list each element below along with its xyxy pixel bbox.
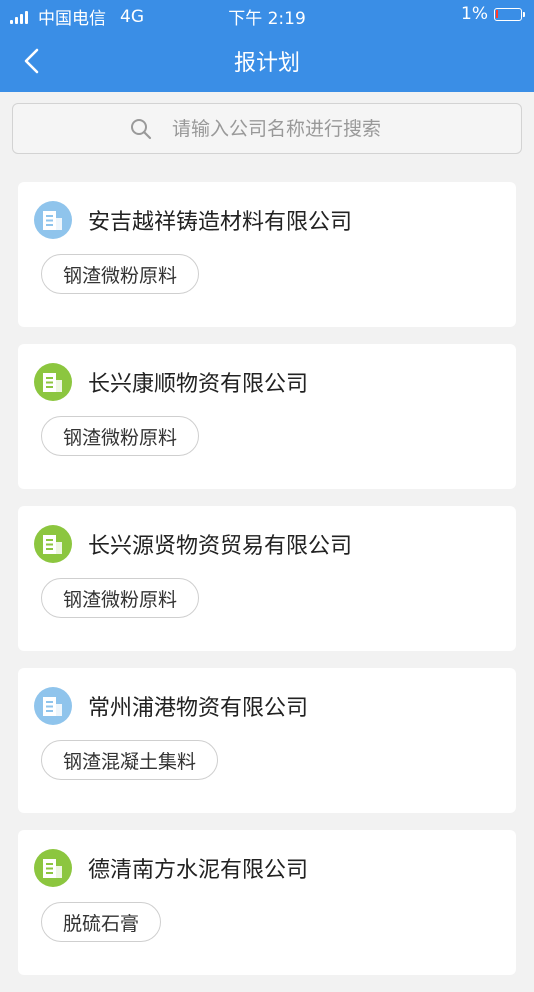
material-tag: 钢渣微粉原料 xyxy=(41,254,200,294)
page-title: 报计划 xyxy=(233,51,300,76)
company-card[interactable]: 长兴康顺物资有限公司 钢渣微粉原料 xyxy=(18,344,516,489)
search-bar[interactable] xyxy=(12,103,522,154)
battery-percent: 1% xyxy=(461,4,488,24)
company-card[interactable]: 长兴源贤物资贸易有限公司 钢渣微粉原料 xyxy=(18,506,516,651)
search-input[interactable] xyxy=(170,116,404,141)
building-icon xyxy=(34,201,72,239)
company-name: 常州浦港物资有限公司 xyxy=(88,696,309,721)
status-bar: 中国电信 4G 下午 2:19 1% xyxy=(0,0,534,30)
company-name: 安吉越祥铸造材料有限公司 xyxy=(88,210,353,235)
building-icon xyxy=(34,849,72,887)
material-tag: 钢渣微粉原料 xyxy=(41,416,200,456)
material-tag: 钢渣混凝土集料 xyxy=(41,740,219,780)
company-card[interactable]: 德清南方水泥有限公司 脱硫石膏 xyxy=(18,830,516,975)
company-name: 长兴康顺物资有限公司 xyxy=(88,372,309,397)
nav-bar: 报计划 xyxy=(0,30,534,92)
company-name: 德清南方水泥有限公司 xyxy=(88,858,309,883)
search-icon xyxy=(131,118,152,139)
company-name: 长兴源贤物资贸易有限公司 xyxy=(88,534,353,559)
material-tag: 钢渣微粉原料 xyxy=(41,578,200,618)
company-card[interactable]: 安吉越祥铸造材料有限公司 钢渣微粉原料 xyxy=(18,182,516,327)
status-time: 下午 2:19 xyxy=(228,9,306,29)
building-icon xyxy=(34,687,72,725)
building-icon xyxy=(34,363,72,401)
material-tag: 脱硫石膏 xyxy=(41,902,162,942)
company-card[interactable]: 常州浦港物资有限公司 钢渣混凝土集料 xyxy=(18,668,516,813)
building-icon xyxy=(34,525,72,563)
company-list: 安吉越祥铸造材料有限公司 钢渣微粉原料 长兴康顺物资有限公司 钢渣微粉原料 长兴 xyxy=(18,182,516,992)
battery-icon xyxy=(494,7,525,21)
